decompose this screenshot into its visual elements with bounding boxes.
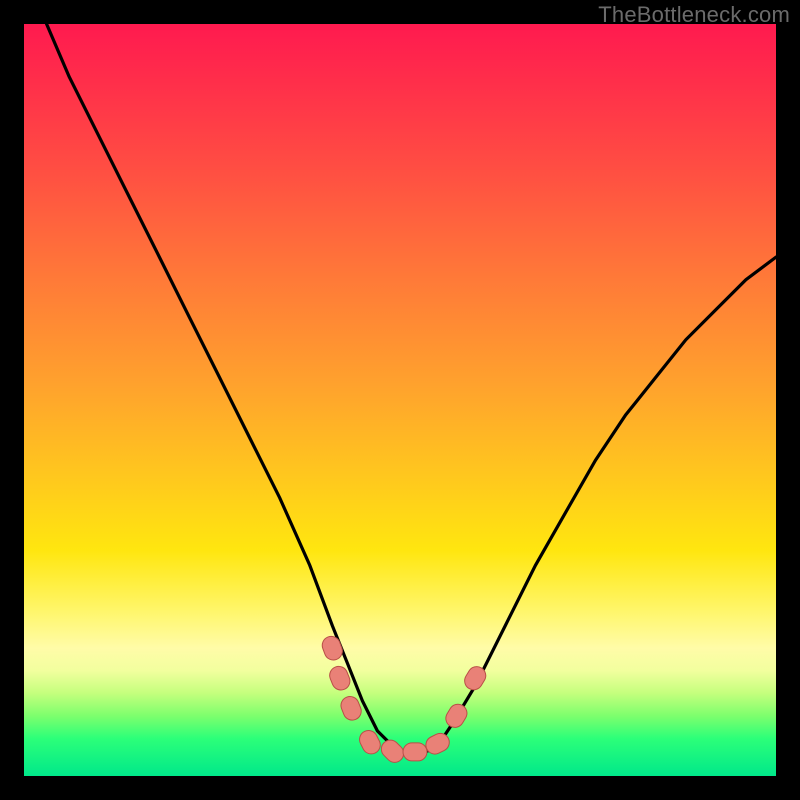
plot-area	[24, 24, 776, 776]
curve-marker	[443, 701, 471, 731]
curve-marker	[403, 743, 427, 761]
curve-layer	[24, 24, 776, 776]
watermark-text: TheBottleneck.com	[598, 2, 790, 28]
bottleneck-curve	[47, 24, 776, 753]
outer-frame: TheBottleneck.com	[0, 0, 800, 800]
curve-marker	[320, 634, 345, 663]
